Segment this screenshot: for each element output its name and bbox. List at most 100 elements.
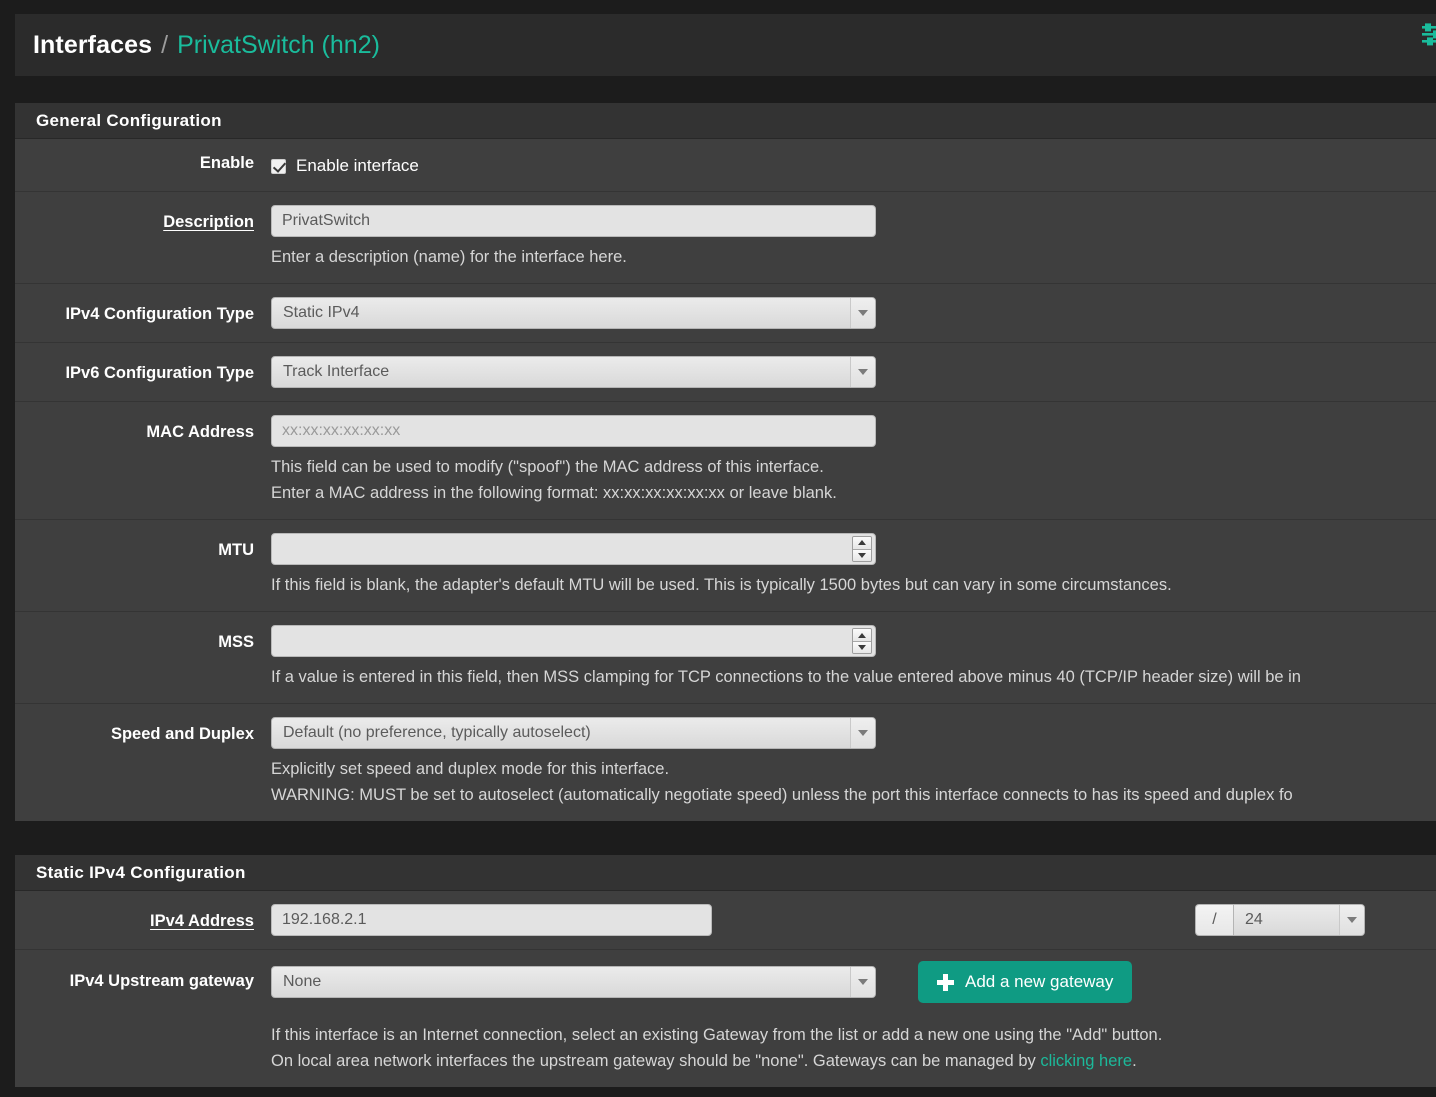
static-ipv4-panel-title: Static IPv4 Configuration (36, 862, 246, 882)
description-input[interactable]: PrivatSwitch (271, 205, 876, 237)
general-panel-title: General Configuration (36, 110, 222, 130)
gateway-help-prefix: On local area network interfaces the ups… (271, 1052, 1041, 1071)
mac-address-label: MAC Address (146, 423, 254, 442)
ipv4-config-type-value: Static IPv4 (283, 304, 360, 322)
ipv4-gateway-help-line1: If this interface is an Internet connect… (271, 1026, 1163, 1044)
mtu-stepper[interactable] (271, 533, 876, 566)
spinner-down-icon[interactable] (853, 549, 871, 562)
breadcrumb-root[interactable]: Interfaces (33, 31, 152, 60)
plus-icon (937, 973, 954, 991)
description-field-cell: PrivatSwitch Enter a description (name) … (271, 205, 1436, 270)
mtu-label: MTU (218, 541, 254, 560)
row-mtu: MTU If this field is blank, the adapter'… (15, 520, 1436, 613)
ipv6-config-type-label-cell: IPv6 Configuration Type (15, 356, 271, 384)
sliders-icon[interactable] (1400, 20, 1436, 50)
gateways-manage-link[interactable]: clicking here (1040, 1052, 1132, 1070)
mtu-label-cell: MTU (15, 533, 271, 561)
ipv4-gateway-label: IPv4 Upstream gateway (69, 972, 254, 990)
chevron-down-icon[interactable] (1339, 905, 1364, 935)
ipv4-gateway-field-cell: None Add a new gateway If this interface… (271, 961, 1436, 1074)
static-ipv4-panel-body: IPv4 Address 192.168.2.1 / 24 IPv4 Upstr… (15, 891, 1436, 1087)
speed-duplex-label: Speed and Duplex (110, 725, 254, 744)
interface-edit-page: Interfaces / PrivatSwitch (hn2) General … (0, 0, 1436, 1097)
mss-spinner-buttons[interactable] (852, 628, 872, 655)
ipv4-config-type-field-cell: Static IPv4 (271, 297, 1436, 330)
enable-field-cell: Enable interface (271, 152, 1436, 178)
speed-duplex-select[interactable]: Default (no preference, typically autose… (271, 717, 876, 750)
mss-help: If a value is entered in this field, the… (271, 668, 1301, 687)
mss-field-cell: If a value is entered in this field, the… (271, 625, 1436, 690)
chevron-down-icon[interactable] (850, 718, 875, 749)
ipv4-address-label: IPv4 Address (150, 912, 254, 930)
mtu-input[interactable] (271, 533, 876, 566)
ipv4-address-label-cell: IPv4 Address (15, 904, 271, 932)
mtu-field-cell: If this field is blank, the adapter's de… (271, 533, 1436, 598)
speed-duplex-select-box[interactable]: Default (no preference, typically autose… (271, 717, 876, 750)
spinner-down-icon[interactable] (853, 641, 871, 654)
ipv4-gateway-label-cell: IPv4 Upstream gateway (15, 961, 271, 992)
static-ipv4-panel-header: Static IPv4 Configuration (15, 855, 1436, 891)
general-panel-header: General Configuration (15, 103, 1436, 139)
row-ipv6-config-type: IPv6 Configuration Type Track Interface (15, 343, 1436, 403)
speed-duplex-field-cell: Default (no preference, typically autose… (271, 717, 1436, 808)
description-label: Description (163, 213, 254, 231)
spinner-up-icon[interactable] (853, 629, 871, 642)
mss-stepper[interactable] (271, 625, 876, 658)
ipv4-gateway-help-line2: On local area network interfaces the ups… (271, 1048, 1428, 1074)
row-speed-duplex: Speed and Duplex Default (no preference,… (15, 704, 1436, 821)
ipv4-gateway-select[interactable]: None (271, 966, 876, 998)
description-label-cell: Description (15, 205, 271, 233)
row-mac-address: MAC Address xx:xx:xx:xx:xx:xx This field… (15, 402, 1436, 521)
ipv4-config-type-label-cell: IPv4 Configuration Type (15, 297, 271, 325)
subnet-prefix-symbol: / (1195, 904, 1233, 936)
mss-label-cell: MSS (15, 625, 271, 653)
ipv4-config-type-select[interactable]: Static IPv4 (271, 297, 876, 330)
ipv4-address-value: 192.168.2.1 (282, 911, 367, 928)
speed-duplex-label-cell: Speed and Duplex (15, 717, 271, 745)
mac-address-input[interactable]: xx:xx:xx:xx:xx:xx (271, 415, 876, 448)
chevron-down-icon[interactable] (850, 298, 875, 329)
mss-input[interactable] (271, 625, 876, 658)
mac-address-field-cell: xx:xx:xx:xx:xx:xx This field can be used… (271, 415, 1436, 506)
spinner-up-icon[interactable] (853, 537, 871, 550)
subnet-mask-group: / 24 (1195, 904, 1365, 936)
breadcrumb: Interfaces / PrivatSwitch (hn2) (15, 14, 1436, 76)
mac-address-placeholder: xx:xx:xx:xx:xx:xx (282, 422, 401, 440)
gateway-help-suffix: . (1132, 1052, 1137, 1071)
ipv4-gateway-select-box[interactable]: None (271, 966, 876, 998)
chevron-down-icon[interactable] (850, 357, 875, 388)
general-configuration-panel: General Configuration Enable Enable inte… (15, 103, 1436, 822)
row-ipv4-config-type: IPv4 Configuration Type Static IPv4 (15, 284, 1436, 344)
mtu-spinner-buttons[interactable] (852, 536, 872, 563)
row-ipv4-upstream-gateway: IPv4 Upstream gateway None Add a new gat… (15, 950, 1436, 1087)
header-tools[interactable] (1400, 20, 1436, 50)
static-ipv4-configuration-panel: Static IPv4 Configuration IPv4 Address 1… (15, 855, 1436, 1088)
ipv4-address-input[interactable]: 192.168.2.1 (271, 904, 712, 936)
general-panel-body: Enable Enable interface Description Priv… (15, 139, 1436, 821)
enable-interface-checkbox-row[interactable]: Enable interface (271, 152, 1428, 178)
enable-label: Enable (199, 154, 254, 172)
row-ipv4-address: IPv4 Address 192.168.2.1 / 24 (15, 891, 1436, 950)
ipv6-config-type-select[interactable]: Track Interface (271, 356, 876, 389)
speed-duplex-help-line1: Explicitly set speed and duplex mode for… (271, 760, 670, 779)
ipv4-config-type-select-box[interactable]: Static IPv4 (271, 297, 876, 330)
description-help: Enter a description (name) for the inter… (271, 248, 627, 266)
mac-address-help-line2: Enter a MAC address in the following for… (271, 484, 837, 503)
chevron-down-icon[interactable] (850, 967, 875, 997)
add-new-gateway-label: Add a new gateway (965, 972, 1114, 991)
subnet-mask-select[interactable]: 24 (1233, 904, 1365, 936)
row-mss: MSS If a value is entered in this field,… (15, 612, 1436, 705)
speed-duplex-help-line2: WARNING: MUST be set to autoselect (auto… (271, 786, 1293, 805)
enable-interface-checkbox[interactable] (271, 158, 286, 174)
ipv4-config-type-label: IPv4 Configuration Type (65, 305, 254, 324)
gateway-controls: None Add a new gateway (271, 961, 1428, 1003)
enable-interface-label: Enable interface (296, 156, 419, 175)
enable-label-cell: Enable (15, 152, 271, 174)
mss-label: MSS (218, 633, 254, 652)
row-enable: Enable Enable interface (15, 139, 1436, 192)
add-new-gateway-button[interactable]: Add a new gateway (918, 961, 1133, 1003)
ipv6-config-type-select-box[interactable]: Track Interface (271, 356, 876, 389)
mac-address-help-line1: This field can be used to modify ("spoof… (271, 458, 824, 477)
row-description: Description PrivatSwitch Enter a descrip… (15, 192, 1436, 285)
ipv6-config-type-value: Track Interface (283, 363, 390, 381)
